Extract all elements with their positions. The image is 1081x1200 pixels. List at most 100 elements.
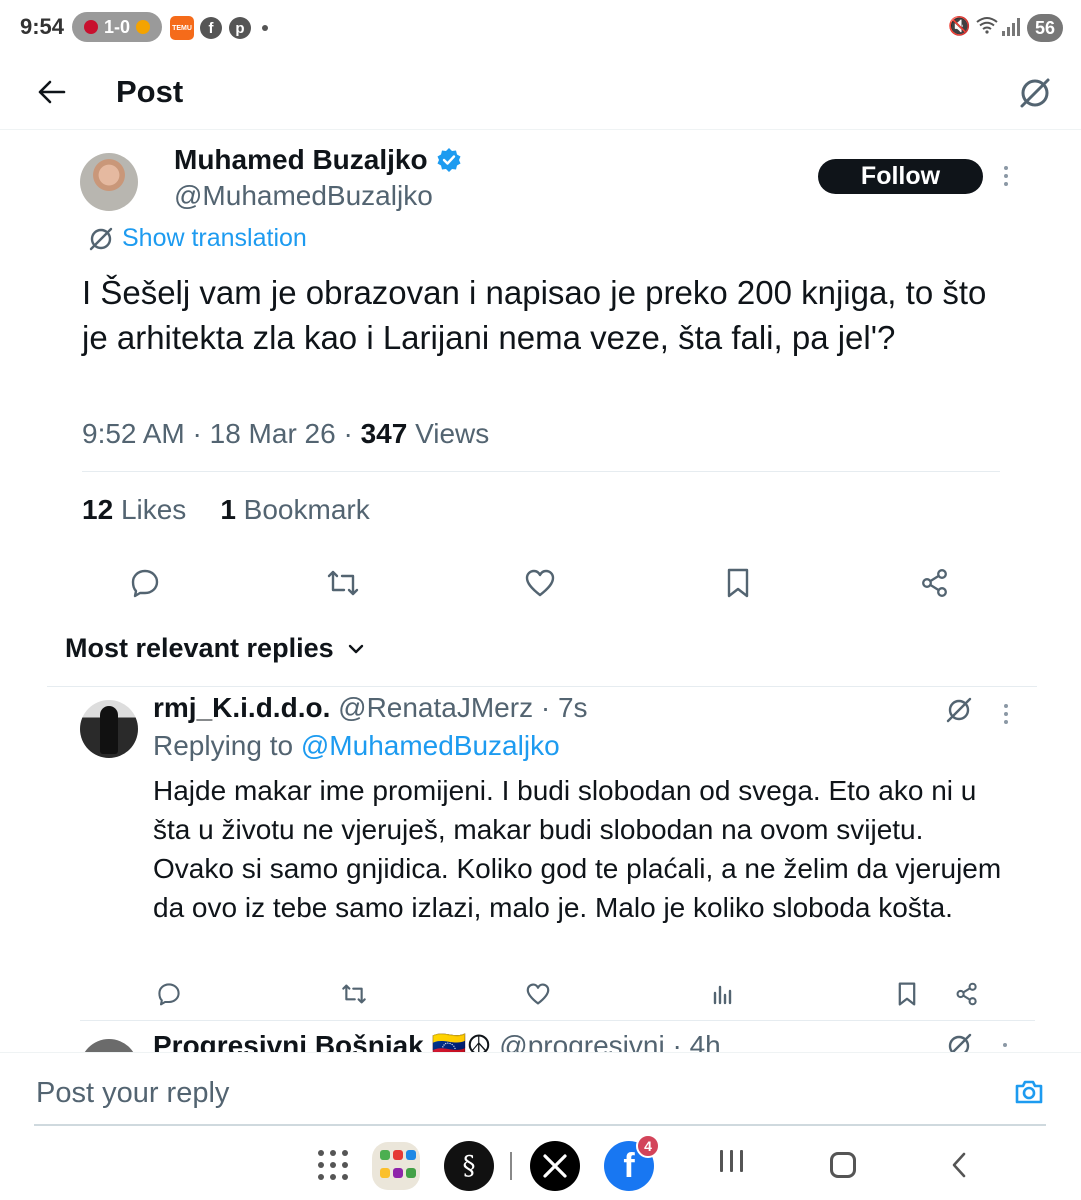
reply-action-bar xyxy=(0,978,1081,1010)
reply-item[interactable]: Progresivni Bošnjak 🇻🇪☮ @progresivni · 4… xyxy=(0,1021,1081,1052)
chevron-left-icon xyxy=(952,1152,966,1178)
analytics-icon xyxy=(713,985,732,1005)
galatasaray-icon xyxy=(136,20,150,34)
author-avatar[interactable] xyxy=(80,153,138,211)
follow-button[interactable]: Follow xyxy=(818,159,983,194)
likes-count: 12 xyxy=(82,494,114,525)
replying-to: Replying to @MuhamedBuzaljko xyxy=(153,730,560,762)
reply-header: rmj_K.i.d.d.o. @RenataJMerz · 7s xyxy=(153,692,588,723)
reply-author-name[interactable]: rmj_K.i.d.d.o. xyxy=(153,692,330,723)
reply-author-handle[interactable]: @RenataJMerz xyxy=(338,692,533,723)
more-options-icon[interactable] xyxy=(1003,1043,1007,1047)
status-time: 9:54 xyxy=(20,14,65,39)
signal-icon xyxy=(1002,18,1020,36)
author-name: Muhamed Buzaljko xyxy=(174,144,428,175)
verified-badge-icon xyxy=(437,148,461,172)
reply-header: Progresivni Bošnjak 🇻🇪☮ @progresivni · 4… xyxy=(153,1029,721,1052)
facebook-notification-icon: f xyxy=(200,17,222,39)
reply-button[interactable] xyxy=(153,978,185,1010)
heart-icon xyxy=(526,983,550,1005)
reply-text: Hajde makar ime promijeni. I budi slobod… xyxy=(153,775,1002,923)
arrow-left-icon xyxy=(38,80,66,104)
share-icon xyxy=(922,569,947,597)
status-bar: 9:54 1-0 TEMU f p 🔇 56 xyxy=(0,0,1081,56)
reply-icon xyxy=(131,569,159,598)
x-logo-icon xyxy=(543,1154,567,1178)
dock-separator xyxy=(510,1152,512,1180)
reply-time: 4h xyxy=(689,1030,721,1052)
bookmarks-count: 1 xyxy=(220,494,236,525)
likes-label: Likes xyxy=(120,494,187,525)
author-name-row[interactable]: Muhamed Buzaljko xyxy=(174,144,462,176)
bookmark-icon xyxy=(898,982,916,1006)
battery-indicator: 56 xyxy=(1027,14,1063,42)
more-options-icon[interactable] xyxy=(996,700,1016,728)
bookmark-button[interactable] xyxy=(891,978,923,1010)
repost-button[interactable] xyxy=(322,562,364,604)
divider xyxy=(82,471,1000,472)
pinterest-notification-icon: p xyxy=(229,17,251,39)
app-drawer-icon[interactable] xyxy=(318,1150,348,1180)
like-button[interactable] xyxy=(522,978,554,1010)
chevron-down-icon xyxy=(348,644,363,653)
reply-avatar[interactable] xyxy=(80,700,138,758)
system-navigation-bar: § f 4 xyxy=(0,1128,1081,1200)
reply-avatar[interactable] xyxy=(80,1039,138,1052)
divider xyxy=(47,686,1037,687)
likes-stat[interactable]: 12 Likes xyxy=(82,494,186,526)
reply-button[interactable] xyxy=(124,562,166,604)
bookmark-icon xyxy=(727,568,749,598)
share-button[interactable] xyxy=(951,978,983,1010)
views-count: 347 xyxy=(360,418,408,449)
notification-badge: 4 xyxy=(636,1134,660,1158)
app-header: Post xyxy=(0,56,1081,130)
recent-apps-button[interactable] xyxy=(716,1150,746,1180)
temu-icon: TEMU xyxy=(170,16,194,40)
reply-input[interactable]: Post your reply xyxy=(36,1077,229,1110)
replying-to-label: Replying to xyxy=(153,730,294,761)
system-back-button[interactable] xyxy=(944,1150,974,1180)
grok-icon xyxy=(1020,78,1050,108)
share-icon xyxy=(956,982,977,1006)
bookmarks-label: Bookmark xyxy=(243,494,370,525)
grok-icon[interactable] xyxy=(944,695,974,725)
app-shortcut-icon[interactable]: § xyxy=(444,1141,494,1191)
reply-composer: Post your reply xyxy=(0,1052,1081,1126)
replies-sort-dropdown[interactable]: Most relevant replies xyxy=(65,633,364,664)
mute-icon: 🔇 xyxy=(948,16,971,36)
post-date: 18 Mar 26 xyxy=(209,418,336,449)
live-score: 1-0 xyxy=(103,16,130,37)
home-button[interactable] xyxy=(830,1152,856,1178)
reply-icon xyxy=(158,983,180,1006)
like-button[interactable] xyxy=(519,562,561,604)
author-handle[interactable]: @MuhamedBuzaljko xyxy=(174,180,433,212)
page-title: Post xyxy=(116,74,184,109)
grok-icon xyxy=(89,227,113,250)
post-meta: 9:52 AM · 18 Mar 26 · 347 Views xyxy=(82,418,490,449)
show-translation-link[interactable]: Show translation xyxy=(88,224,307,253)
reply-author-handle[interactable]: @progresivni xyxy=(499,1030,664,1052)
reply-author-name[interactable]: Progresivni Bošnjak 🇻🇪☮ xyxy=(153,1030,492,1052)
replying-to-handle[interactable]: @MuhamedBuzaljko xyxy=(301,730,560,761)
views-button[interactable] xyxy=(707,978,739,1010)
wifi-icon xyxy=(976,16,998,39)
repost-icon xyxy=(342,984,366,1004)
show-translation-label: Show translation xyxy=(122,224,307,252)
post-action-bar xyxy=(0,562,1081,604)
back-button[interactable] xyxy=(30,70,74,114)
camera-button[interactable] xyxy=(1012,1075,1046,1109)
repost-button[interactable] xyxy=(338,978,370,1010)
liverpool-icon xyxy=(83,20,98,34)
more-notifications-icon xyxy=(262,25,268,31)
more-options-icon[interactable] xyxy=(996,160,1016,192)
share-button[interactable] xyxy=(914,562,956,604)
post-text: I Šešelj vam je obrazovan i napisao je p… xyxy=(82,274,987,356)
heart-icon xyxy=(525,569,555,597)
grok-button[interactable] xyxy=(1012,70,1058,116)
app-folder-icon[interactable] xyxy=(372,1142,420,1190)
input-underline xyxy=(34,1124,1046,1126)
bookmarks-stat[interactable]: 1 Bookmark xyxy=(220,494,369,526)
grok-icon[interactable] xyxy=(944,1031,974,1052)
bookmark-button[interactable] xyxy=(717,562,759,604)
x-app-icon[interactable] xyxy=(530,1141,580,1191)
